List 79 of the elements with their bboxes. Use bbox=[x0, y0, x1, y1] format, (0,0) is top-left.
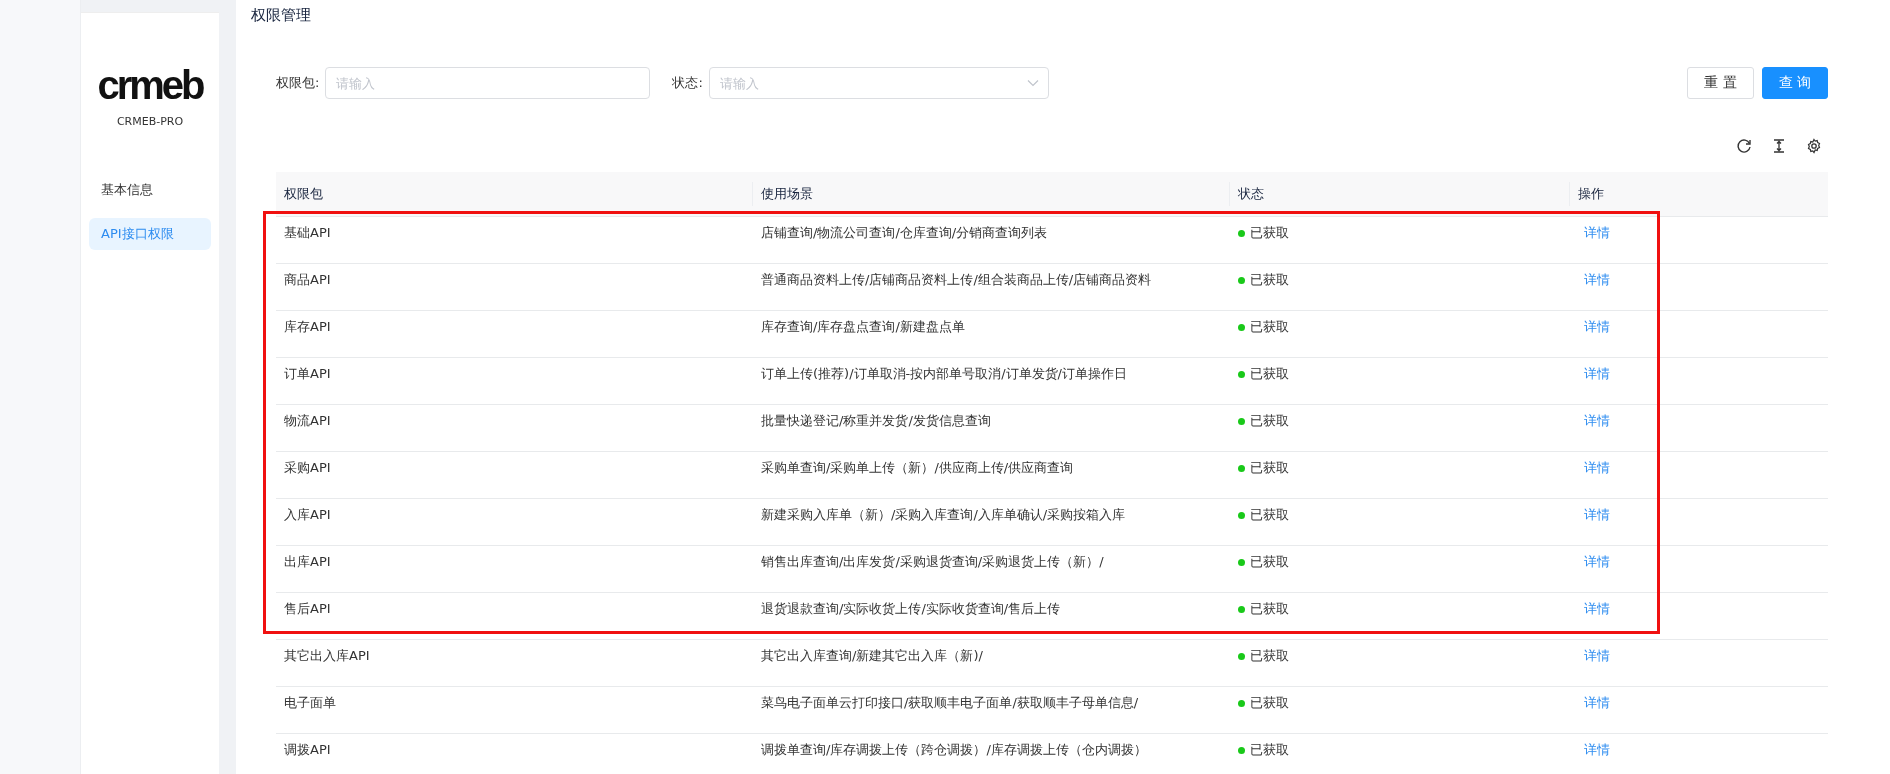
settings-icon[interactable] bbox=[1806, 138, 1822, 154]
status-dot bbox=[1238, 276, 1245, 284]
table-cell: 订单API bbox=[284, 365, 331, 383]
status-dot bbox=[1238, 417, 1245, 425]
details-link[interactable]: 详情 bbox=[1584, 741, 1610, 759]
table-cell: 调拨API bbox=[284, 741, 331, 759]
status-text: 已获取 bbox=[1250, 459, 1289, 477]
status-dot bbox=[1238, 323, 1245, 331]
row-height-icon[interactable] bbox=[1771, 138, 1787, 154]
table-cell: 商品API bbox=[284, 271, 331, 289]
details-link[interactable]: 详情 bbox=[1584, 647, 1610, 665]
table-cell: 出库API bbox=[284, 553, 331, 571]
details-link[interactable]: 详情 bbox=[1584, 412, 1610, 430]
status-text: 已获取 bbox=[1250, 553, 1289, 571]
table-cell: 电子面单 bbox=[284, 694, 336, 712]
status-dot bbox=[1238, 558, 1245, 566]
status-dot bbox=[1238, 511, 1245, 519]
table-cell: 新建采购入库单（新）/采购入库查询/入库单确认/采购按箱入库 bbox=[761, 506, 1126, 524]
select-field[interactable]: 请输入 bbox=[708, 67, 1049, 99]
status-text: 已获取 bbox=[1250, 224, 1289, 242]
table-cell: 库存查询/库存盘点查询/新建盘点单 bbox=[761, 318, 965, 336]
table-cell: 批量快递登记/称重并发货/发货信息查询 bbox=[761, 412, 991, 430]
brand-logo: crmeb bbox=[97, 65, 203, 105]
filter-label: 状态: bbox=[672, 74, 703, 92]
brand-name: CRMEB-PRO bbox=[116, 115, 184, 128]
details-link[interactable]: 详情 bbox=[1584, 271, 1610, 289]
status-dot bbox=[1238, 699, 1245, 707]
table-cell: 销售出库查询/出库发货/采购退货查询/采购退货上传（新）/ bbox=[761, 553, 1104, 571]
status-dot bbox=[1238, 652, 1245, 660]
filter-label: 权限包: bbox=[276, 74, 320, 92]
table-cell: 订单上传(推荐)/订单取消-按内部单号取消/订单发货/订单操作日 bbox=[761, 365, 1127, 383]
refresh-icon[interactable] bbox=[1736, 138, 1752, 154]
table-cell: 采购单查询/采购单上传（新）/供应商上传/供应商查询 bbox=[761, 459, 1074, 477]
status-text: 已获取 bbox=[1250, 412, 1289, 430]
table-cell: 库存API bbox=[284, 318, 331, 336]
table-cell: 物流API bbox=[284, 412, 331, 430]
table-cell: 其它出入库API bbox=[284, 647, 370, 665]
page-title: 权限管理 bbox=[251, 6, 312, 25]
status-dot bbox=[1238, 229, 1245, 237]
input-field[interactable]: 请输入 bbox=[325, 67, 651, 99]
status-text: 已获取 bbox=[1250, 694, 1289, 712]
status-text: 已获取 bbox=[1250, 365, 1289, 383]
details-link[interactable]: 详情 bbox=[1584, 224, 1610, 242]
table-cell: 其它出入库查询/新建其它出入库（新)/ bbox=[761, 647, 983, 665]
chevron-down-icon bbox=[1026, 79, 1039, 87]
table-cell: 调拨单查询/库存调拨上传（跨仓调拨）/库存调拨上传（仓内调拨） bbox=[761, 741, 1147, 759]
reset-button[interactable]: 重 置 bbox=[1687, 67, 1754, 99]
table-cell: 基础API bbox=[284, 224, 331, 242]
status-dot bbox=[1238, 464, 1245, 472]
details-link[interactable]: 详情 bbox=[1584, 365, 1610, 383]
status-text: 已获取 bbox=[1250, 647, 1289, 665]
table-cell: 采购API bbox=[284, 459, 331, 477]
status-dot bbox=[1238, 746, 1245, 754]
column-header: 权限包 bbox=[284, 185, 323, 203]
search-button[interactable]: 查 询 bbox=[1761, 67, 1828, 99]
details-link[interactable]: 详情 bbox=[1584, 318, 1610, 336]
status-text: 已获取 bbox=[1250, 506, 1289, 524]
sidebar-item[interactable]: 基本信息 bbox=[89, 174, 211, 206]
table-cell: 退货退款查询/实际收货上传/实际收货查询/售后上传 bbox=[761, 600, 1061, 618]
details-link[interactable]: 详情 bbox=[1584, 600, 1610, 618]
status-text: 已获取 bbox=[1250, 271, 1289, 289]
table-cell: 普通商品资料上传/店铺商品资料上传/组合装商品上传/店铺商品资料 bbox=[761, 271, 1152, 289]
status-text: 已获取 bbox=[1250, 318, 1289, 336]
table-cell: 售后API bbox=[284, 600, 331, 618]
status-dot bbox=[1238, 605, 1245, 613]
details-link[interactable]: 详情 bbox=[1584, 459, 1610, 477]
status-text: 已获取 bbox=[1250, 600, 1289, 618]
details-link[interactable]: 详情 bbox=[1584, 553, 1610, 571]
column-header: 状态 bbox=[1238, 185, 1264, 203]
status-dot bbox=[1238, 370, 1245, 378]
table-cell: 菜鸟电子面单云打印接口/获取顺丰电子面单/获取顺丰子母单信息/ bbox=[761, 694, 1139, 712]
table-cell: 入库API bbox=[284, 506, 331, 524]
table-cell: 店铺查询/物流公司查询/仓库查询/分销商查询列表 bbox=[761, 224, 1048, 242]
details-link[interactable]: 详情 bbox=[1584, 506, 1610, 524]
sidebar-item[interactable]: API接口权限 bbox=[89, 218, 211, 250]
column-header: 使用场景 bbox=[761, 185, 813, 203]
status-text: 已获取 bbox=[1250, 741, 1289, 759]
details-link[interactable]: 详情 bbox=[1584, 694, 1610, 712]
column-header: 操作 bbox=[1578, 185, 1604, 203]
